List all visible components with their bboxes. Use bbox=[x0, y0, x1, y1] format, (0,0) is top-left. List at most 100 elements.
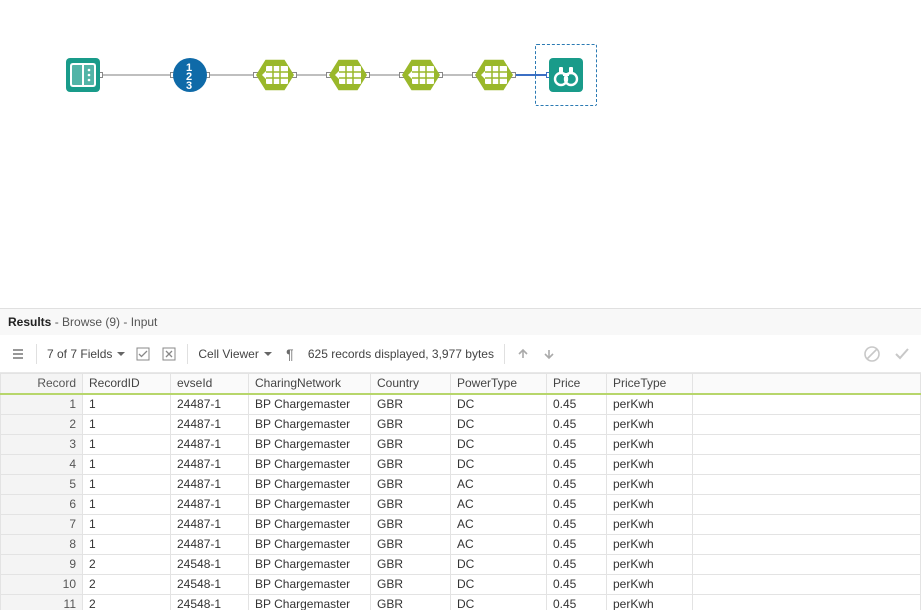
cell[interactable]: perKwh bbox=[607, 455, 693, 475]
cell[interactable]: 6 bbox=[1, 495, 83, 515]
cell[interactable]: 0.45 bbox=[547, 394, 607, 415]
cell[interactable]: AC bbox=[451, 495, 547, 515]
table-row[interactable]: 5124487-1BP ChargemasterGBRAC0.45perKwh bbox=[1, 475, 921, 495]
cell[interactable]: GBR bbox=[371, 415, 451, 435]
table-row[interactable]: 11224548-1BP ChargemasterGBRDC0.45perKwh bbox=[1, 595, 921, 610]
col-price[interactable]: Price bbox=[547, 374, 607, 395]
table-row[interactable]: 3124487-1BP ChargemasterGBRDC0.45perKwh bbox=[1, 435, 921, 455]
cell[interactable]: DC bbox=[451, 575, 547, 595]
arrow-up-icon[interactable] bbox=[515, 346, 531, 362]
cell-viewer-dropdown[interactable]: Cell Viewer bbox=[198, 347, 271, 361]
cell[interactable]: perKwh bbox=[607, 495, 693, 515]
cell[interactable]: 8 bbox=[1, 535, 83, 555]
cell[interactable]: BP Chargemaster bbox=[249, 555, 371, 575]
cell[interactable]: BP Chargemaster bbox=[249, 575, 371, 595]
cell[interactable]: perKwh bbox=[607, 575, 693, 595]
cell[interactable]: 24487-1 bbox=[171, 435, 249, 455]
cell[interactable]: 4 bbox=[1, 455, 83, 475]
cell[interactable]: 0.45 bbox=[547, 595, 607, 610]
cell[interactable]: 24487-1 bbox=[171, 394, 249, 415]
cell[interactable]: DC bbox=[451, 435, 547, 455]
cell[interactable]: 9 bbox=[1, 555, 83, 575]
cancel-filter-icon[interactable] bbox=[161, 346, 177, 362]
cell[interactable]: GBR bbox=[371, 595, 451, 610]
cell[interactable]: 2 bbox=[83, 595, 171, 610]
cell[interactable]: 5 bbox=[1, 475, 83, 495]
table-row[interactable]: 6124487-1BP ChargemasterGBRAC0.45perKwh bbox=[1, 495, 921, 515]
cell[interactable]: 24487-1 bbox=[171, 415, 249, 435]
cell[interactable]: 1 bbox=[83, 515, 171, 535]
cell[interactable]: BP Chargemaster bbox=[249, 535, 371, 555]
cell[interactable]: 0.45 bbox=[547, 495, 607, 515]
col-powertype[interactable]: PowerType bbox=[451, 374, 547, 395]
col-record[interactable]: Record bbox=[1, 374, 83, 395]
cell[interactable]: 24487-1 bbox=[171, 455, 249, 475]
workflow-canvas[interactable] bbox=[0, 0, 921, 300]
cell[interactable]: 0.45 bbox=[547, 515, 607, 535]
cell[interactable]: BP Chargemaster bbox=[249, 495, 371, 515]
cell[interactable]: perKwh bbox=[607, 415, 693, 435]
cell[interactable]: 24487-1 bbox=[171, 475, 249, 495]
cell[interactable]: 0.45 bbox=[547, 475, 607, 495]
cell[interactable]: BP Chargemaster bbox=[249, 394, 371, 415]
cell[interactable]: 0.45 bbox=[547, 575, 607, 595]
results-grid[interactable]: RecordRecordIDevseIdCharingNetworkCountr… bbox=[0, 373, 921, 610]
cell[interactable]: 1 bbox=[83, 495, 171, 515]
select-tool-2[interactable] bbox=[329, 58, 367, 92]
cell[interactable]: DC bbox=[451, 455, 547, 475]
cell[interactable]: DC bbox=[451, 555, 547, 575]
cell[interactable]: 0.45 bbox=[547, 435, 607, 455]
cell[interactable]: 24487-1 bbox=[171, 495, 249, 515]
cell[interactable]: perKwh bbox=[607, 555, 693, 575]
cell[interactable]: GBR bbox=[371, 455, 451, 475]
cell[interactable]: GBR bbox=[371, 435, 451, 455]
cell[interactable]: BP Chargemaster bbox=[249, 515, 371, 535]
cell[interactable]: GBR bbox=[371, 535, 451, 555]
cell[interactable]: AC bbox=[451, 515, 547, 535]
validate-icon[interactable] bbox=[135, 346, 151, 362]
cell[interactable]: 24548-1 bbox=[171, 595, 249, 610]
select-tool-4[interactable] bbox=[475, 58, 513, 92]
table-row[interactable]: 8124487-1BP ChargemasterGBRAC0.45perKwh bbox=[1, 535, 921, 555]
cell[interactable]: 2 bbox=[83, 575, 171, 595]
cell[interactable]: 0.45 bbox=[547, 415, 607, 435]
cell[interactable]: GBR bbox=[371, 575, 451, 595]
cell[interactable]: BP Chargemaster bbox=[249, 455, 371, 475]
cell[interactable]: AC bbox=[451, 475, 547, 495]
connector[interactable] bbox=[367, 74, 402, 76]
cell[interactable]: GBR bbox=[371, 555, 451, 575]
cell[interactable]: 24487-1 bbox=[171, 535, 249, 555]
cell[interactable]: BP Chargemaster bbox=[249, 435, 371, 455]
connector[interactable] bbox=[294, 74, 329, 76]
cell[interactable]: perKwh bbox=[607, 595, 693, 610]
paragraph-icon[interactable]: ¶ bbox=[282, 346, 298, 362]
connector[interactable] bbox=[100, 74, 173, 76]
cell[interactable]: 24487-1 bbox=[171, 515, 249, 535]
cell[interactable]: GBR bbox=[371, 495, 451, 515]
cell[interactable]: 24548-1 bbox=[171, 575, 249, 595]
cell[interactable]: 1 bbox=[83, 394, 171, 415]
cell[interactable]: 1 bbox=[83, 435, 171, 455]
apply-check-icon[interactable] bbox=[893, 345, 911, 363]
cell[interactable]: perKwh bbox=[607, 475, 693, 495]
table-row[interactable]: 2124487-1BP ChargemasterGBRDC0.45perKwh bbox=[1, 415, 921, 435]
cell[interactable]: 1 bbox=[83, 535, 171, 555]
col-pricetype[interactable]: PriceType bbox=[607, 374, 693, 395]
col-recordid[interactable]: RecordID bbox=[83, 374, 171, 395]
cell[interactable]: DC bbox=[451, 394, 547, 415]
disable-icon[interactable] bbox=[863, 345, 881, 363]
record-id-tool[interactable] bbox=[173, 58, 207, 92]
cell[interactable]: GBR bbox=[371, 515, 451, 535]
menu-icon[interactable] bbox=[10, 346, 26, 362]
cell[interactable]: 3 bbox=[1, 435, 83, 455]
cell[interactable]: perKwh bbox=[607, 435, 693, 455]
table-row[interactable]: 4124487-1BP ChargemasterGBRDC0.45perKwh bbox=[1, 455, 921, 475]
cell[interactable]: perKwh bbox=[607, 535, 693, 555]
col-country[interactable]: Country bbox=[371, 374, 451, 395]
table-row[interactable]: 10224548-1BP ChargemasterGBRDC0.45perKwh bbox=[1, 575, 921, 595]
cell[interactable]: 2 bbox=[83, 555, 171, 575]
select-tool-3[interactable] bbox=[402, 58, 440, 92]
fields-dropdown[interactable]: 7 of 7 Fields bbox=[47, 347, 125, 361]
cell[interactable]: 0.45 bbox=[547, 455, 607, 475]
cell[interactable]: 11 bbox=[1, 595, 83, 610]
